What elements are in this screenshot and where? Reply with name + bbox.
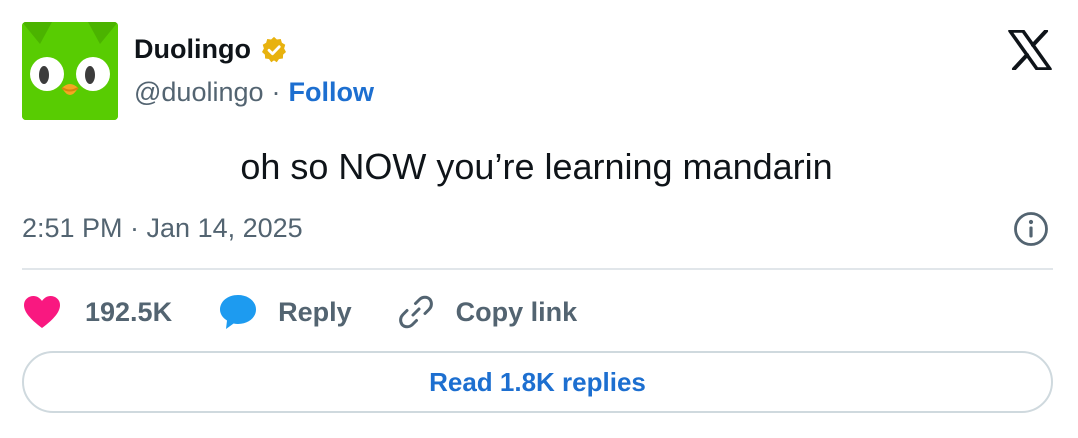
tweet-text: oh so NOW you’re learning mandarin	[240, 146, 833, 187]
follow-button[interactable]: Follow	[289, 77, 374, 108]
like-count: 192.5K	[85, 296, 173, 327]
author-handle-row: @duolingo · Follow	[134, 77, 374, 108]
author-display-name[interactable]: Duolingo	[134, 34, 251, 65]
tweet-embed-card: Duolingo @duolingo · Follow oh so NOW yo…	[0, 0, 1078, 438]
verified-badge-icon[interactable]	[259, 35, 289, 65]
reply-button[interactable]: Reply	[218, 293, 352, 331]
link-icon	[398, 295, 433, 329]
like-button[interactable]: 192.5K	[22, 294, 172, 330]
action-bar: 192.5K Reply Copy link	[22, 290, 577, 334]
heart-icon	[24, 296, 60, 328]
read-replies-button[interactable]: Read 1.8K replies	[22, 351, 1053, 413]
reply-bubble-icon	[220, 295, 257, 329]
avatar[interactable]	[22, 22, 118, 120]
copy-link-button[interactable]: Copy link	[398, 294, 578, 330]
copy-link-label: Copy link	[455, 296, 578, 327]
divider	[22, 268, 1053, 270]
author-name-row: Duolingo	[134, 34, 289, 65]
separator-dot: ·	[271, 77, 281, 107]
author-handle[interactable]: @duolingo	[134, 77, 264, 108]
avatar-owl-icon	[22, 22, 118, 120]
read-replies-label: Read 1.8K replies	[429, 366, 646, 397]
info-icon[interactable]	[1012, 210, 1050, 248]
reply-label: Reply	[278, 296, 352, 327]
x-logo-icon[interactable]	[1008, 30, 1052, 70]
tweet-timestamp[interactable]: 2:51 PM · Jan 14, 2025	[22, 213, 303, 244]
